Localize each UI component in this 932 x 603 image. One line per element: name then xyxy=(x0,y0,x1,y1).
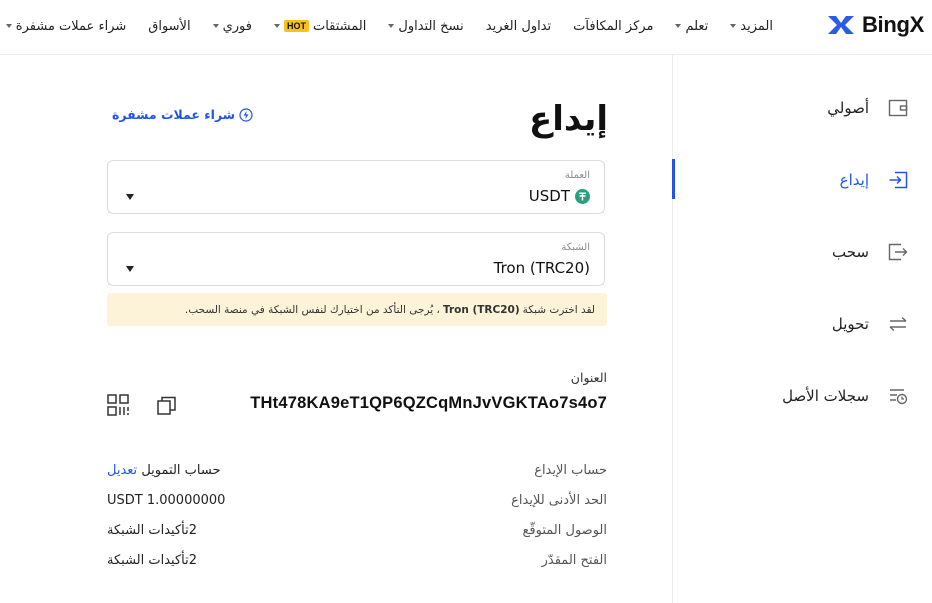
transfer-icon xyxy=(889,316,907,332)
deposit-panel: إيداع شراء عملات مشفرة العملة USDT الشبك… xyxy=(0,55,672,603)
bingx-logo-icon xyxy=(827,16,854,34)
estimated-unlock-row: الفتح المقدّر 2تأكيدات الشبكة xyxy=(107,553,607,573)
sidebar-item-label: سحب xyxy=(832,243,869,261)
nav-spot[interactable]: فوري xyxy=(202,19,263,34)
brand-name: BingX xyxy=(861,12,924,37)
records-icon xyxy=(890,389,908,405)
buy-crypto-label: شراء عملات مشفرة xyxy=(112,107,236,122)
sidebar-item-label: تحويل xyxy=(831,315,869,333)
nav-rewards-center[interactable]: مركز المكافآت xyxy=(562,19,664,34)
page-title: إيداع xyxy=(529,99,608,139)
currency-code: USDT xyxy=(528,187,570,205)
info-label: الوصول المتوقّع xyxy=(522,523,607,538)
sidebar-item-deposit[interactable]: إيداع xyxy=(840,165,909,195)
nav-label: المشتقات xyxy=(312,18,367,34)
notice-text-before: لقد اخترت شبكة xyxy=(522,303,595,316)
nav-label: تداول الغريد xyxy=(485,18,552,34)
edit-account-link[interactable]: تعديل xyxy=(107,463,137,478)
deposit-account-row: حساب الإيداع حساب التمويل تعديل xyxy=(107,463,607,483)
info-value: 2تأكيدات الشبكة xyxy=(107,553,198,568)
info-value: حساب التمويل تعديل xyxy=(107,463,220,478)
lightning-icon xyxy=(239,107,253,122)
info-label: الفتح المقدّر xyxy=(541,553,607,568)
wallet-icon xyxy=(888,99,908,117)
info-label: الحد الأدنى للإيداع xyxy=(511,493,607,508)
notice-network: Tron (TRC20) xyxy=(442,303,520,316)
network-select[interactable]: الشبكة Tron (TRC20) xyxy=(107,232,605,286)
info-value: USDT 1.00000000 xyxy=(107,493,226,508)
sidebar-item-withdraw[interactable]: سحب xyxy=(832,237,909,267)
network-label: الشبكة xyxy=(561,242,590,253)
withdraw-icon xyxy=(888,243,908,261)
currency-value: USDT xyxy=(529,187,590,205)
sidebar-item-transfer[interactable]: تحويل xyxy=(832,309,909,339)
nav-label: نسخ التداول xyxy=(398,18,464,34)
deposit-icon xyxy=(889,171,908,189)
sidebar-item-label: أصولي xyxy=(827,99,869,117)
sidebar-item-asset-records[interactable]: سجلات الأصل xyxy=(782,381,909,411)
network-value: Tron (TRC20) xyxy=(493,259,590,277)
expected-arrival-row: الوصول المتوقّع 2تأكيدات الشبكة xyxy=(107,523,607,543)
nav-grid-trading[interactable]: تداول الغريد xyxy=(475,19,562,34)
nav-learn[interactable]: تعلم xyxy=(664,19,719,34)
sidebar-item-my-assets[interactable]: أصولي xyxy=(827,93,909,123)
nav-label: المزيد xyxy=(740,18,773,34)
network-notice: لقد اخترت شبكة Tron (TRC20) ، يُرجى التأ… xyxy=(107,293,607,326)
nav-label: الأسواق xyxy=(148,18,191,34)
nav-label: فوري xyxy=(222,18,252,34)
notice-text-after: ، يُرجى التأكد من اختيارك لنفس الشبكة في… xyxy=(184,303,440,316)
nav-copy-trading[interactable]: نسخ التداول xyxy=(377,19,474,34)
currency-select[interactable]: العملة USDT xyxy=(107,160,605,214)
assets-sidebar: أصولي إيداع سحب تحويل سجلات الأصل xyxy=(672,55,932,603)
qr-code-icon[interactable] xyxy=(107,394,129,416)
copy-icon[interactable] xyxy=(156,395,178,417)
top-navigation-bar: BingX شراء عملات مشفرة الأسواق فوري المش… xyxy=(0,0,932,55)
chevron-down-icon xyxy=(126,266,134,272)
chevron-down-icon xyxy=(126,194,134,200)
info-label: حساب الإيداع xyxy=(534,463,607,478)
chevron-down-icon xyxy=(212,24,219,28)
deposit-account-value: حساب التمويل xyxy=(141,463,221,478)
address-label: العنوان xyxy=(570,370,607,385)
nav-more[interactable]: المزيد xyxy=(719,19,784,34)
min-deposit-row: الحد الأدنى للإيداع USDT 1.00000000 xyxy=(107,493,607,513)
sidebar-item-label: إيداع xyxy=(839,171,869,189)
active-indicator xyxy=(672,159,675,199)
bingx-logo[interactable]: BingX xyxy=(826,10,924,40)
buy-crypto-link[interactable]: شراء عملات مشفرة xyxy=(112,107,253,122)
main-nav: شراء عملات مشفرة الأسواق فوري المشتقات H… xyxy=(0,0,784,52)
usdt-coin-icon xyxy=(575,188,590,204)
currency-label: العملة xyxy=(564,170,590,181)
nav-label: تعلم xyxy=(685,18,709,34)
chevron-down-icon xyxy=(675,24,682,28)
hot-badge: HOT xyxy=(283,20,309,32)
nav-label: مركز المكافآت xyxy=(573,18,654,34)
nav-derivatives[interactable]: المشتقات HOT xyxy=(263,19,377,34)
nav-label: شراء عملات مشفرة xyxy=(15,18,127,34)
chevron-down-icon xyxy=(273,24,280,28)
deposit-address[interactable]: THt478KA9eT1QP6QZCqMnJvVGKTAo7s4o7 xyxy=(250,394,607,413)
chevron-down-icon xyxy=(388,24,395,28)
sidebar-item-label: سجلات الأصل xyxy=(782,387,869,405)
info-value: 2تأكيدات الشبكة xyxy=(107,523,198,538)
nav-markets[interactable]: الأسواق xyxy=(137,19,201,34)
chevron-down-icon xyxy=(5,24,12,28)
nav-buy-crypto[interactable]: شراء عملات مشفرة xyxy=(0,19,137,34)
chevron-down-icon xyxy=(730,24,737,28)
